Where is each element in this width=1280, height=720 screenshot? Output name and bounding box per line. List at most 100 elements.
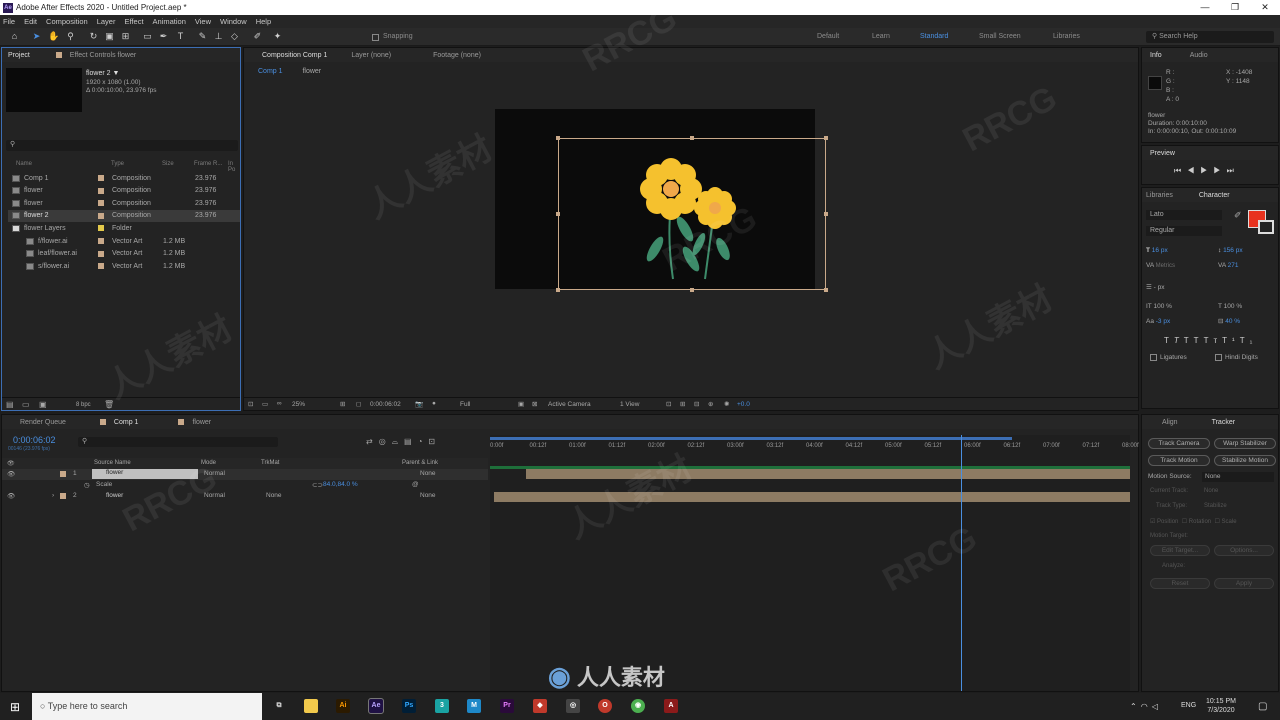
grid-icon[interactable]: ⊞ xyxy=(340,400,345,408)
zoom-dropdown[interactable]: 25% xyxy=(292,401,305,408)
wifi-icon[interactable]: ◠ xyxy=(1141,702,1152,711)
label-swatch[interactable] xyxy=(98,263,104,270)
label-swatch[interactable] xyxy=(98,187,104,194)
new-composition-icon[interactable]: ▣ xyxy=(39,400,47,409)
next-frame-icon[interactable]: ▶ xyxy=(1213,166,1226,175)
stroke-width-value[interactable]: - px xyxy=(1154,284,1165,291)
motion-source-dropdown[interactable]: None xyxy=(1202,472,1274,482)
tab-project[interactable]: Project xyxy=(8,52,30,59)
label-swatch[interactable] xyxy=(98,250,104,257)
glasses-icon[interactable]: ∞ xyxy=(277,400,282,407)
leading-value[interactable]: 156 px xyxy=(1223,247,1243,254)
column-type[interactable]: Type xyxy=(111,161,124,167)
current-time[interactable]: 0:00:06:02 xyxy=(370,401,401,408)
type-tool-icon[interactable]: T xyxy=(175,31,186,42)
new-folder-icon[interactable]: ▭ xyxy=(22,400,30,409)
track-motion-button[interactable]: Track Motion xyxy=(1148,455,1210,466)
transform-handle[interactable] xyxy=(556,288,560,292)
tab-layer[interactable]: Layer (none) xyxy=(351,52,391,59)
project-item-row[interactable]: f/flower.ai Vector Art 1.2 MB xyxy=(8,235,240,247)
tab-align[interactable]: Align xyxy=(1162,419,1178,426)
taskbar-search-box[interactable]: ○ Type here to search xyxy=(32,693,262,720)
trkmat-header[interactable]: TrkMat xyxy=(261,460,279,466)
workspace-libraries[interactable]: Libraries xyxy=(1053,33,1080,40)
hand-tool-icon[interactable]: ✋ xyxy=(48,31,59,42)
snapping-checkbox[interactable] xyxy=(372,34,379,41)
menu-edit[interactable]: Edit xyxy=(24,17,37,26)
column-size[interactable]: Size xyxy=(162,161,174,167)
layer-2-bar[interactable] xyxy=(494,492,1130,502)
menu-window[interactable]: Window xyxy=(220,17,247,26)
warp-stabilizer-button[interactable]: Warp Stabilizer xyxy=(1214,438,1276,449)
eraser-tool-icon[interactable]: ◇ xyxy=(229,31,240,42)
layer-row-2[interactable]: 👁 › 2 flower Normal None None xyxy=(2,491,488,502)
kerning-value[interactable]: Metrics xyxy=(1156,263,1175,269)
frame-blending-icon[interactable]: ▤ xyxy=(404,437,418,446)
tab-tracker[interactable]: Tracker xyxy=(1212,419,1235,426)
parent-dropdown[interactable]: None xyxy=(420,492,436,499)
motion-blur-icon[interactable]: ◔ xyxy=(418,437,429,446)
volume-icon[interactable]: ◁ xyxy=(1152,702,1162,711)
opera-icon[interactable]: O xyxy=(598,699,612,713)
workspace-default[interactable]: Default xyxy=(817,33,839,40)
task-view-icon[interactable]: ⧉ xyxy=(272,699,286,713)
vertical-scale-value[interactable]: 100 % xyxy=(1153,303,1171,310)
illustrator-icon[interactable]: Ai xyxy=(336,699,350,713)
tab-footage[interactable]: Footage (none) xyxy=(433,52,481,59)
windows-start-icon[interactable]: ⊞ xyxy=(10,700,20,714)
puppet-tool-icon[interactable]: ✦ xyxy=(272,31,283,42)
workspace-small-screen[interactable]: Small Screen xyxy=(979,33,1021,40)
transform-handle[interactable] xyxy=(690,288,694,292)
app-circle-icon[interactable]: ◎ xyxy=(566,699,580,713)
menu-effect[interactable]: Effect xyxy=(124,17,143,26)
notifications-icon[interactable]: ▢ xyxy=(1258,701,1267,712)
label-swatch[interactable] xyxy=(98,238,104,244)
project-item-row[interactable]: flower Composition 23.976 xyxy=(8,185,240,197)
app-m-icon[interactable]: M xyxy=(467,699,481,713)
visibility-icon[interactable]: 👁 xyxy=(7,492,15,500)
parent-header[interactable]: Parent & Link xyxy=(402,460,438,466)
menu-animation[interactable]: Animation xyxy=(153,17,186,26)
project-search-input[interactable]: ⚲ xyxy=(6,140,238,151)
font-size-value[interactable]: 16 px xyxy=(1152,247,1168,254)
label-swatch[interactable] xyxy=(60,471,66,477)
tab-flower[interactable]: flower xyxy=(192,419,211,426)
visibility-icon[interactable]: 👁 xyxy=(7,470,15,478)
parent-dropdown[interactable]: None xyxy=(420,470,436,477)
app-3-icon[interactable]: 3 xyxy=(435,699,449,713)
transform-handle[interactable] xyxy=(556,136,560,140)
camera-tool-icon[interactable]: ▣ xyxy=(104,31,115,42)
camera-dropdown[interactable]: Active Camera xyxy=(548,401,591,408)
app-shield-icon[interactable]: ◆ xyxy=(533,699,547,713)
mode-header[interactable]: Mode xyxy=(201,460,216,466)
tab-audio[interactable]: Audio xyxy=(1190,52,1208,59)
shy-icon[interactable]: ⌓ xyxy=(392,437,404,446)
timeline-icon[interactable]: ⊟ xyxy=(694,400,699,408)
menu-help[interactable]: Help xyxy=(256,17,271,26)
menu-composition[interactable]: Composition xyxy=(46,17,88,26)
menu-file[interactable]: File xyxy=(3,17,15,26)
font-style-dropdown[interactable]: Regular xyxy=(1146,226,1222,236)
project-item-row[interactable]: flower 2 Composition 23.976 xyxy=(8,209,240,222)
premiere-icon[interactable]: Pr xyxy=(500,699,514,713)
tab-render-queue[interactable]: Render Queue xyxy=(20,419,66,426)
hindi-digits-checkbox[interactable] xyxy=(1215,354,1222,361)
home-icon[interactable]: ⌂ xyxy=(9,31,20,42)
playhead[interactable] xyxy=(961,435,962,691)
bit-depth-label[interactable]: 8 bpc xyxy=(76,402,91,408)
tab-comp1[interactable]: Comp 1 xyxy=(114,419,139,426)
close-button[interactable]: ✕ xyxy=(1250,0,1280,15)
zoom-tool-icon[interactable]: ⚲ xyxy=(65,31,76,42)
constrain-icon[interactable]: ⊂⊃ xyxy=(312,481,323,489)
chrome-icon[interactable]: ◉ xyxy=(631,699,645,713)
expression-pickwhip-icon[interactable]: @ xyxy=(412,481,419,488)
project-item-row[interactable]: s/flower.ai Vector Art 1.2 MB xyxy=(8,260,240,272)
exposure-value[interactable]: +0.0 xyxy=(737,401,750,408)
scale-value[interactable]: 84.0,84.0 % xyxy=(323,481,358,488)
app-a-icon[interactable]: A xyxy=(664,699,678,713)
views-dropdown[interactable]: 1 View xyxy=(620,401,639,408)
rotate-tool-icon[interactable]: ↻ xyxy=(88,31,99,42)
snapshot-icon[interactable]: 📷 xyxy=(415,400,423,408)
tracking-value[interactable]: 271 xyxy=(1228,262,1239,269)
tab-preview[interactable]: Preview xyxy=(1150,150,1175,157)
